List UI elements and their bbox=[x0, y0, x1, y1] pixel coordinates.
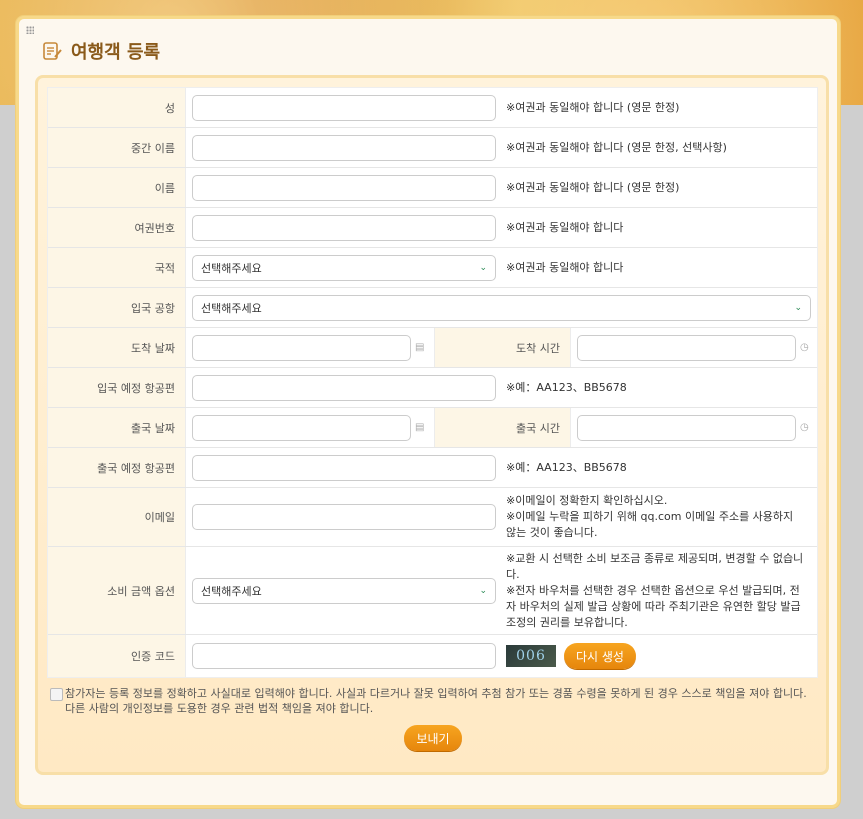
departure-date-input[interactable] bbox=[192, 414, 411, 441]
departure-time-input[interactable] bbox=[577, 414, 796, 441]
amount-note-2: ※전자 바우처를 선택한 경우 선택한 옵션으로 우선 발급되며, 전자 바우처… bbox=[506, 583, 801, 629]
regenerate-captcha-button[interactable]: 다시 생성 bbox=[564, 643, 636, 669]
amount-label: 소비 금액 옵션 bbox=[48, 547, 186, 634]
arrival-row: 도착 날짜 ▤ 도착 시간 ◷ bbox=[48, 328, 817, 368]
modal-header: 여행객 등록 bbox=[41, 39, 160, 63]
arrival-date-label: 도착 날짜 bbox=[48, 328, 186, 367]
nationality-value: 선택해주세요 bbox=[201, 261, 262, 275]
agreement-text: 참가자는 등록 정보를 정확하고 사실대로 입력해야 합니다. 사실과 다르거나… bbox=[65, 687, 807, 715]
submit-button[interactable]: 보내기 bbox=[404, 725, 462, 751]
amount-value: 선택해주세요 bbox=[201, 584, 262, 598]
amount-note-1: ※교환 시 선택한 소비 보조금 종류로 제공되며, 변경할 수 없습니다. bbox=[506, 551, 804, 581]
chevron-down-icon: ⌄ bbox=[794, 302, 802, 313]
passport-row: 여권번호 ※여권과 동일해야 합니다 bbox=[48, 208, 817, 248]
surname-note: ※여권과 동일해야 합니다 (영문 한정) bbox=[506, 100, 680, 114]
surname-row: 성 ※여권과 동일해야 합니다 (영문 한정) bbox=[48, 88, 817, 128]
agreement: 참가자는 등록 정보를 정확하고 사실대로 입력해야 합니다. 사실과 다르거나… bbox=[50, 686, 820, 716]
middle-name-note: ※여권과 동일해야 합니다 (영문 한정, 선택사항) bbox=[506, 140, 727, 154]
arrival-time-input[interactable] bbox=[577, 334, 796, 361]
given-name-row: 이름 ※여권과 동일해야 합니다 (영문 한정) bbox=[48, 168, 817, 208]
edit-document-icon bbox=[43, 42, 62, 60]
entry-airport-value: 선택해주세요 bbox=[201, 301, 262, 315]
surname-label: 성 bbox=[48, 88, 186, 127]
entry-airport-row: 입국 공항 선택해주세요 ⌄ bbox=[48, 288, 817, 328]
middle-name-label: 중간 이름 bbox=[48, 128, 186, 167]
amount-row: 소비 금액 옵션 선택해주세요 ⌄ ※교환 시 선택한 소비 보조금 종류로 제… bbox=[48, 547, 817, 635]
passport-label: 여권번호 bbox=[48, 208, 186, 247]
captcha-input[interactable] bbox=[192, 643, 496, 669]
email-notes: ※이메일이 정확한지 확인하십시오. ※이메일 누락을 피하기 위해 qq.co… bbox=[506, 493, 806, 541]
exit-flight-input[interactable] bbox=[192, 454, 496, 481]
departure-row: 출국 날짜 ▤ 출국 시간 ◷ bbox=[48, 408, 817, 448]
exit-flight-label: 출국 예정 항공편 bbox=[48, 448, 186, 487]
entry-airport-select[interactable]: 선택해주세요 ⌄ bbox=[192, 294, 811, 321]
passport-note: ※여권과 동일해야 합니다 bbox=[506, 220, 624, 234]
drag-handle-icon[interactable] bbox=[26, 26, 34, 34]
middle-name-row: 중간 이름 ※여권과 동일해야 합니다 (영문 한정, 선택사항) bbox=[48, 128, 817, 168]
entry-flight-input[interactable] bbox=[192, 374, 496, 401]
clock-icon[interactable]: ◷ bbox=[800, 422, 811, 433]
surname-input[interactable] bbox=[192, 94, 496, 121]
departure-date-label: 출국 날짜 bbox=[48, 408, 186, 447]
page-title: 여행객 등록 bbox=[71, 42, 161, 63]
entry-airport-label: 입국 공항 bbox=[48, 288, 186, 327]
amount-select[interactable]: 선택해주세요 ⌄ bbox=[192, 577, 496, 604]
exit-flight-row: 출국 예정 항공편 ※예：AA123、BB5678 bbox=[48, 448, 817, 488]
email-label: 이메일 bbox=[48, 488, 186, 546]
nationality-label: 국적 bbox=[48, 248, 186, 287]
form-panel: 성 ※여권과 동일해야 합니다 (영문 한정) 중간 이름 ※여권과 동일해야 … bbox=[35, 75, 829, 775]
clock-icon[interactable]: ◷ bbox=[800, 342, 811, 353]
email-note-2: ※이메일 누락을 피하기 위해 qq.com 이메일 주소를 사용하지 않는 것… bbox=[506, 510, 794, 539]
email-input[interactable] bbox=[192, 504, 496, 530]
registration-form: 성 ※여권과 동일해야 합니다 (영문 한정) 중간 이름 ※여권과 동일해야 … bbox=[47, 87, 818, 678]
passport-input[interactable] bbox=[192, 214, 496, 241]
nationality-row: 국적 선택해주세요 ⌄ ※여권과 동일해야 합니다 bbox=[48, 248, 817, 288]
calendar-icon[interactable]: ▤ bbox=[415, 422, 426, 433]
given-name-input[interactable] bbox=[192, 174, 496, 201]
entry-flight-row: 입국 예정 항공편 ※예：AA123、BB5678 bbox=[48, 368, 817, 408]
email-note-1: ※이메일이 정확한지 확인하십시오. bbox=[506, 494, 668, 507]
nationality-select[interactable]: 선택해주세요 ⌄ bbox=[192, 254, 496, 281]
captcha-row: 인증 코드 006 다시 생성 bbox=[48, 635, 817, 677]
entry-flight-label: 입국 예정 항공편 bbox=[48, 368, 186, 407]
entry-flight-note: ※예：AA123、BB5678 bbox=[506, 380, 627, 394]
captcha-label: 인증 코드 bbox=[48, 635, 186, 677]
amount-notes: ※교환 시 선택한 소비 보조금 종류로 제공되며, 변경할 수 없습니다. ※… bbox=[506, 551, 806, 631]
middle-name-input[interactable] bbox=[192, 134, 496, 161]
given-name-label: 이름 bbox=[48, 168, 186, 207]
chevron-down-icon: ⌄ bbox=[479, 262, 487, 273]
arrival-time-label: 도착 시간 bbox=[434, 328, 571, 367]
calendar-icon[interactable]: ▤ bbox=[415, 342, 426, 353]
given-name-note: ※여권과 동일해야 합니다 (영문 한정) bbox=[506, 180, 680, 194]
chevron-down-icon: ⌄ bbox=[479, 585, 487, 596]
email-row: 이메일 ※이메일이 정확한지 확인하십시오. ※이메일 누락을 피하기 위해 q… bbox=[48, 488, 817, 547]
captcha-image[interactable]: 006 bbox=[506, 645, 556, 667]
departure-time-label: 출국 시간 bbox=[434, 408, 571, 447]
exit-flight-note: ※예：AA123、BB5678 bbox=[506, 460, 627, 474]
registration-modal: 여행객 등록 성 ※여권과 동일해야 합니다 (영문 한정) 중간 이름 ※여권… bbox=[16, 16, 840, 808]
agreement-checkbox[interactable] bbox=[50, 688, 63, 701]
nationality-note: ※여권과 동일해야 합니다 bbox=[506, 260, 624, 274]
arrival-date-input[interactable] bbox=[192, 334, 411, 361]
